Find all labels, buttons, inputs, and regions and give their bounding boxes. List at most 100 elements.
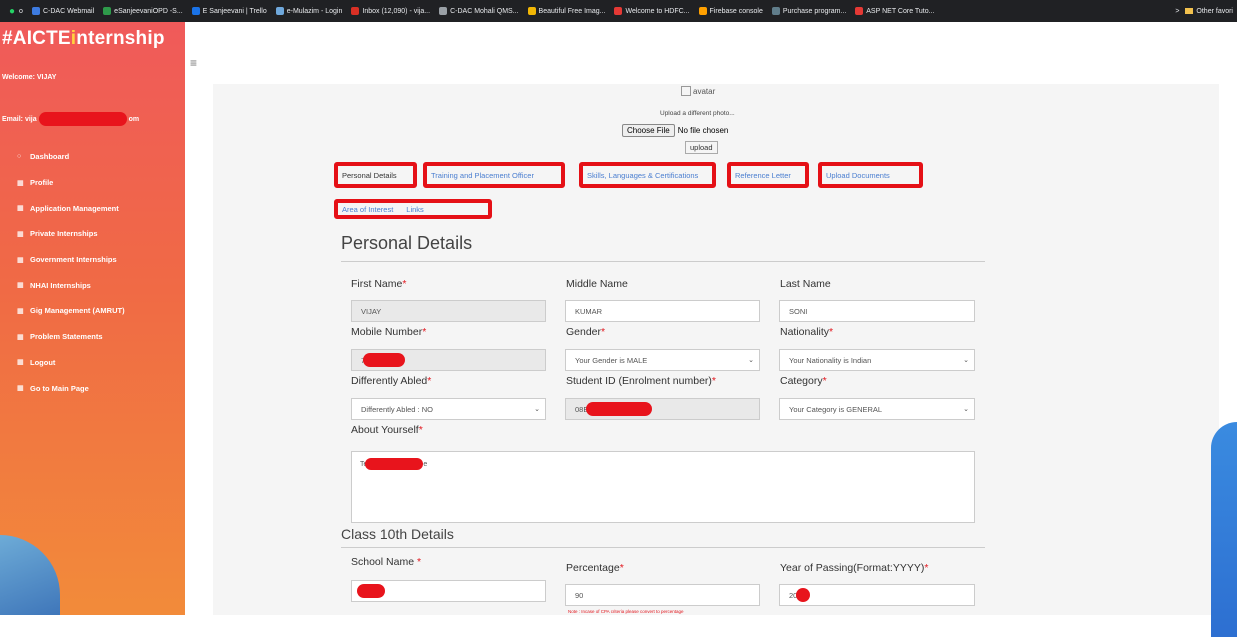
- bookmark-item[interactable]: C-DAC Webmail: [31, 7, 94, 15]
- bookmark-item[interactable]: eSanjeevaniOPD -S...: [103, 7, 183, 15]
- choose-file-button[interactable]: Choose File: [622, 124, 675, 137]
- bookmark-item[interactable]: Firebase console: [698, 7, 763, 15]
- bookmark-item[interactable]: Purchase program...: [771, 7, 846, 15]
- sidebar-item-gig-management-amrut[interactable]: ▦ Gig Management (AMRUT): [0, 298, 185, 324]
- redaction: [586, 402, 653, 416]
- about-yourself-field[interactable]: Te e: [351, 451, 975, 523]
- mobile-field[interactable]: 7: [351, 349, 546, 371]
- main-content: avatar Upload a different photo... Choos…: [185, 22, 1237, 637]
- percentage-note: Note : Incase of CPA criteria please con…: [568, 609, 684, 614]
- grid-icon: ▦: [17, 307, 24, 315]
- redaction: [365, 458, 424, 470]
- tab-skills-languages[interactable]: Skills, Languages & Certifications: [579, 162, 716, 188]
- percentage-field[interactable]: 90: [565, 584, 760, 606]
- tab-personal-details[interactable]: Personal Details: [334, 162, 417, 188]
- differently-abled-select[interactable]: Differently Abled : NO ⌄: [351, 398, 546, 420]
- tab-area-interest-links: Area of Interest Links: [334, 199, 492, 219]
- sidebar-item-nhai-internships[interactable]: ▦ NHAI Internships: [0, 272, 185, 298]
- bookmark-item[interactable]: Inbox (12,090) - vija...: [351, 7, 430, 15]
- school-name-label: School Name *: [351, 556, 422, 568]
- redaction: [363, 353, 406, 367]
- grid-icon: ▦: [17, 179, 24, 187]
- about-yourself-label: About Yourself*: [351, 424, 423, 436]
- bookmark-item[interactable]: ASP NET Core Tuto...: [855, 7, 934, 15]
- chevron-down-icon: ⌄: [963, 406, 969, 413]
- bookmark-icon: [698, 7, 707, 15]
- sidebar-item-private-internships[interactable]: ▦ Private Internships: [0, 221, 185, 247]
- class10-title: Class 10th Details: [341, 526, 454, 542]
- decorative-shape: [0, 535, 60, 615]
- grid-icon: ▦: [17, 385, 24, 393]
- grid-icon: ▦: [17, 359, 24, 367]
- tab-upload-documents[interactable]: Upload Documents: [818, 162, 923, 188]
- email-text: Email: vija om: [2, 112, 139, 126]
- first-name-field[interactable]: VIJAY: [351, 300, 546, 322]
- sidebar-item-profile[interactable]: ▦ Profile: [0, 170, 185, 196]
- middle-name-field[interactable]: KUMAR: [565, 300, 760, 322]
- middle-name-label: Middle Name: [566, 278, 628, 290]
- sidebar-item-logout[interactable]: ▦ Logout: [0, 350, 185, 376]
- welcome-text: Welcome: VIJAY: [2, 74, 57, 81]
- sidebar-item-government-internships[interactable]: ▦ Government Internships: [0, 247, 185, 273]
- no-file-text: No file chosen: [677, 126, 729, 135]
- upload-photo-text: Upload a different photo...: [660, 110, 735, 117]
- tab-area-of-interest[interactable]: Area of Interest: [342, 205, 393, 214]
- sidebar-item-go-to-main-page[interactable]: ▦ Go to Main Page: [0, 375, 185, 401]
- chevron-down-icon: ⌄: [748, 357, 754, 364]
- percentage-label: Percentage*: [566, 562, 624, 574]
- bookmark-icon: [351, 7, 360, 15]
- tab-links[interactable]: Links: [406, 205, 424, 214]
- sidebar-item-dashboard[interactable]: ○ Dashboard: [0, 144, 185, 170]
- tab-reference-letter[interactable]: Reference Letter: [727, 162, 809, 188]
- grid-icon: ▦: [17, 256, 24, 264]
- bookmark-icon: [614, 7, 623, 15]
- folder-icon: [1185, 8, 1194, 14]
- student-id-field[interactable]: 08E: [565, 398, 760, 420]
- other-favorites-folder[interactable]: Other favori: [1185, 8, 1233, 15]
- avatar: avatar: [681, 86, 715, 96]
- sidebar-item-problem-statements[interactable]: ▦ Problem Statements: [0, 324, 185, 350]
- grid-icon: ▦: [17, 230, 24, 238]
- category-select[interactable]: Your Category is GENERAL ⌄: [779, 398, 975, 420]
- school-name-field[interactable]: [351, 580, 546, 602]
- redaction: [357, 584, 385, 598]
- grid-icon: ▦: [17, 282, 24, 290]
- brand-logo[interactable]: #AICTEinternship: [2, 28, 165, 50]
- gender-select[interactable]: Your Gender is MALE ⌄: [565, 349, 760, 371]
- bookmark-icon: [275, 7, 284, 15]
- tab-training-placement-officer[interactable]: Training and Placement Officer: [423, 162, 565, 188]
- bookmark-item[interactable]: C-DAC Mohali QMS...: [439, 7, 519, 15]
- redaction: [38, 112, 127, 126]
- nationality-select[interactable]: Your Nationality is Indian ⌄: [779, 349, 975, 371]
- bookmark-icon: [103, 7, 112, 15]
- bookmark-icon: [191, 7, 200, 15]
- chevron-down-icon: ⌄: [534, 406, 540, 413]
- category-label: Category*: [780, 375, 827, 387]
- bookmark-icon: [31, 7, 40, 15]
- upload-button[interactable]: upload: [685, 141, 718, 154]
- bookmark-item[interactable]: Beautiful Free Imag...: [527, 7, 605, 15]
- bookmark-item[interactable]: Welcome to HDFC...: [614, 7, 690, 15]
- last-name-field[interactable]: SONI: [779, 300, 975, 322]
- last-name-label: Last Name: [780, 278, 831, 290]
- year-of-passing-field[interactable]: 20: [779, 584, 975, 606]
- more-bookmarks-button[interactable]: >: [1175, 8, 1179, 15]
- circle-icon: ○: [17, 153, 22, 161]
- file-input: Choose File No file chosen: [622, 124, 728, 137]
- sidebar-item-application-management[interactable]: ▦ Application Management: [0, 195, 185, 221]
- redaction: [796, 588, 811, 602]
- sidebar-menu: ○ Dashboard ▦ Profile ▦ Application Managemen…: [0, 144, 185, 401]
- grid-icon: ▦: [17, 333, 24, 341]
- bookmark-icon: [439, 7, 448, 15]
- sidebar: #AICTEinternship Welcome: VIJAY Email: v…: [0, 22, 185, 615]
- grid-icon: ▦: [17, 205, 24, 213]
- bookmarks-bar: ● o C-DAC Webmail eSanjeevaniOPD -S... E S…: [0, 0, 1237, 22]
- divider: [341, 547, 985, 548]
- chevron-down-icon: ⌄: [963, 357, 969, 364]
- differently-abled-label: Differently Abled*: [351, 375, 432, 387]
- bookmark-item[interactable]: e-Mulazim - Login: [275, 7, 342, 15]
- nationality-label: Nationality*: [780, 326, 834, 338]
- bookmark-icon: [771, 7, 780, 15]
- whatsapp-icon[interactable]: ●: [9, 6, 15, 17]
- bookmark-item[interactable]: E Sanjeevani | Trello: [191, 7, 267, 15]
